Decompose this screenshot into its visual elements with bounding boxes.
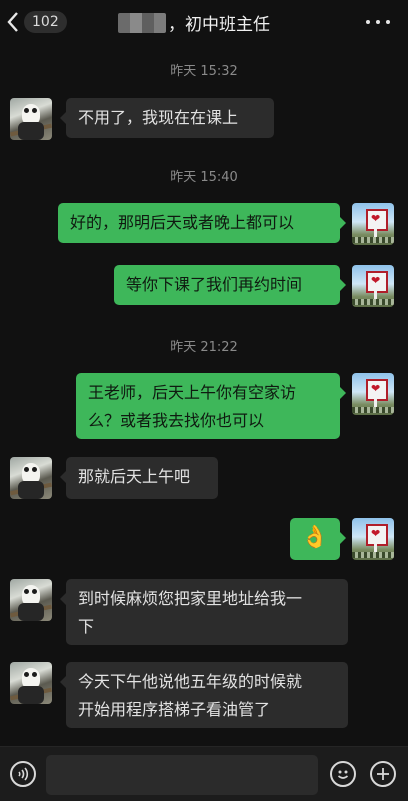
voice-icon[interactable]	[10, 761, 36, 787]
message-text: 等你下课了我们再约时间	[126, 275, 303, 294]
plus-icon[interactable]	[370, 761, 396, 787]
timestamp: 昨天 15:40	[170, 170, 238, 185]
my-avatar[interactable]: ❤	[352, 518, 394, 560]
back-button[interactable]: 102	[6, 8, 72, 36]
message-bubble-outgoing[interactable]: 好的，那明后天或者晚上都可以	[58, 203, 346, 243]
timestamp: 昨天 21:22	[170, 340, 238, 355]
message-input[interactable]	[46, 755, 318, 795]
message-bubble-incoming[interactable]: 到时候麻烦您把家里地址给我一 下	[60, 579, 348, 645]
message-bubble-incoming[interactable]: 那就后天上午吧	[60, 457, 218, 499]
teacher-avatar[interactable]	[10, 579, 52, 621]
teacher-avatar[interactable]	[10, 98, 52, 140]
message-text-line: 到时候麻烦您把家里地址给我一	[78, 589, 303, 608]
blurred-name	[118, 12, 166, 33]
chat-title: ，初中班主任	[118, 10, 270, 35]
message-bubble-outgoing[interactable]: 等你下课了我们再约时间	[114, 265, 346, 305]
message-bubble-incoming[interactable]: 不用了，我现在在课上	[60, 98, 274, 138]
message-text: 不用了，我现在在课上	[78, 108, 239, 127]
teacher-avatar[interactable]	[10, 457, 52, 499]
unread-count-badge: 102	[24, 11, 67, 33]
message-text: 好的，那明后天或者晚上都可以	[70, 213, 295, 232]
message-text-line: 王老师，后天上午你有空家访	[88, 383, 297, 402]
my-avatar[interactable]: ❤	[352, 265, 394, 307]
message-bubble-incoming[interactable]: 今天下午他说他五年级的时候就 开始用程序搭梯子看油管了	[60, 662, 348, 728]
my-avatar[interactable]: ❤	[352, 373, 394, 415]
timestamp: 昨天 15:32	[170, 64, 238, 79]
chevron-left-icon	[7, 12, 18, 32]
my-avatar[interactable]: ❤	[352, 203, 394, 245]
message-text-line: 下	[78, 617, 95, 636]
ok-hand-emoji: 👌	[301, 525, 329, 550]
teacher-avatar[interactable]	[10, 662, 52, 704]
message-bubble-outgoing[interactable]: 👌	[290, 518, 346, 560]
message-text-line: 开始用程序搭梯子看油管了	[78, 700, 271, 719]
input-bar	[0, 746, 408, 801]
more-dots-icon[interactable]	[366, 12, 390, 32]
chat-title-text: ，初中班主任	[168, 15, 270, 35]
message-text: 那就后天上午吧	[78, 467, 191, 486]
emoji-icon[interactable]	[330, 761, 356, 787]
message-bubble-outgoing[interactable]: 王老师，后天上午你有空家访 么？或者我去找你也可以	[76, 373, 346, 439]
message-text-line: 今天下午他说他五年级的时候就	[78, 672, 303, 691]
message-text-line: 么？或者我去找你也可以	[88, 411, 265, 430]
chat-header: 102 ，初中班主任	[0, 0, 408, 44]
